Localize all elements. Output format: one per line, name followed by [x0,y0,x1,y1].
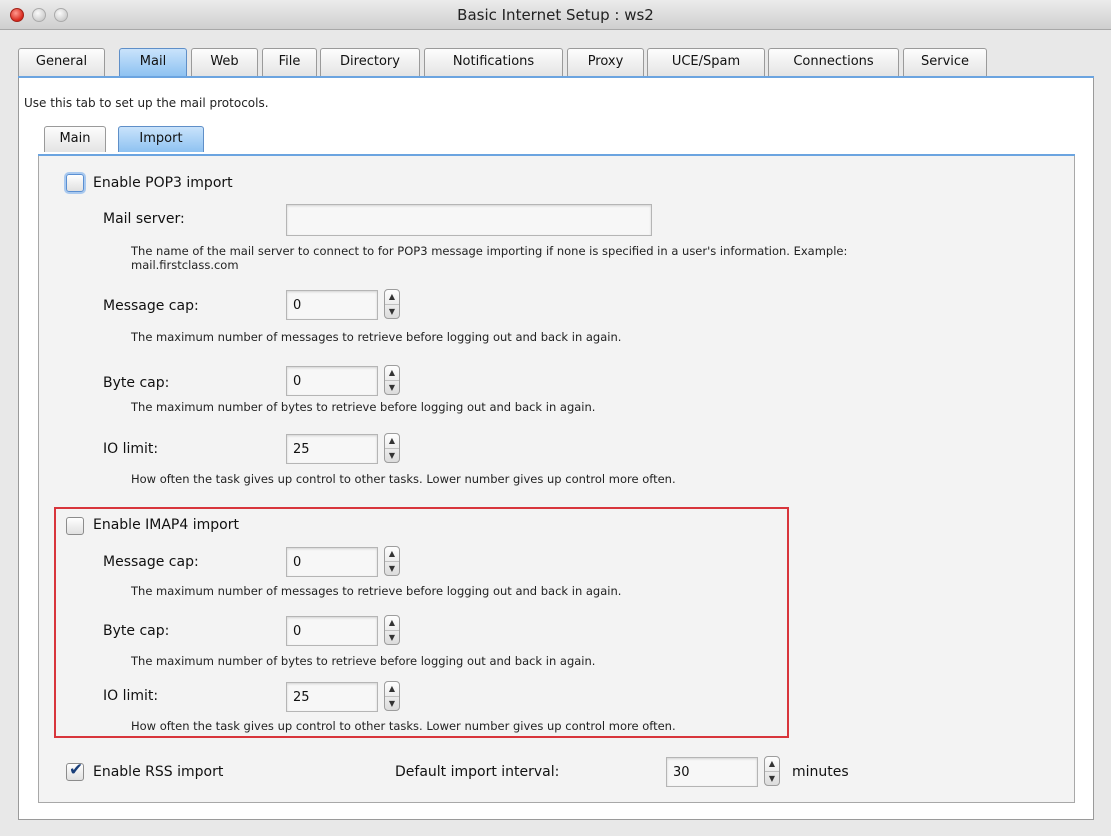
imap4-io-limit-input[interactable] [286,682,378,712]
pop3-mail-server-input[interactable] [286,204,652,236]
pop3-io-limit-label: IO limit: [103,441,159,457]
enable-pop3-checkbox[interactable] [66,174,84,192]
pop3-byte-cap-label: Byte cap: [103,375,170,391]
stepper-down-icon[interactable]: ▼ [385,630,399,644]
pop3-io-limit-stepper[interactable]: ▲ ▼ [384,433,400,463]
stepper-up-icon[interactable]: ▲ [385,290,399,304]
pop3-message-cap-input[interactable] [286,290,378,320]
stepper-down-icon[interactable]: ▼ [385,448,399,462]
enable-rss-label: Enable RSS import [93,764,224,780]
pop3-message-cap-help: The maximum number of messages to retrie… [131,330,622,344]
pop3-io-limit-help: How often the task gives up control to o… [131,472,676,486]
subtab-import[interactable]: Import [118,126,204,152]
tab-notifications[interactable]: Notifications [424,48,563,76]
tab-directory[interactable]: Directory [320,48,420,76]
stepper-down-icon[interactable]: ▼ [385,561,399,575]
pop3-byte-cap-stepper[interactable]: ▲ ▼ [384,365,400,395]
pop3-io-limit-input[interactable] [286,434,378,464]
tab-general[interactable]: General [18,48,105,76]
import-panel-accent [38,154,1075,156]
enable-imap4-label: Enable IMAP4 import [93,517,239,533]
window-title: Basic Internet Setup : ws2 [457,6,654,24]
enable-pop3-label: Enable POP3 import [93,175,233,191]
stepper-up-icon[interactable]: ▲ [385,616,399,630]
imap4-io-limit-stepper[interactable]: ▲ ▼ [384,681,400,711]
stepper-down-icon[interactable]: ▼ [385,696,399,710]
tab-uce-spam[interactable]: UCE/Spam [647,48,765,76]
intro-text: Use this tab to set up the mail protocol… [24,96,269,110]
enable-imap4-checkbox[interactable] [66,517,84,535]
stepper-up-icon[interactable]: ▲ [385,547,399,561]
pop3-message-cap-label: Message cap: [103,298,199,314]
tab-file[interactable]: File [262,48,317,76]
stepper-down-icon[interactable]: ▼ [765,771,779,785]
imap4-byte-cap-stepper[interactable]: ▲ ▼ [384,615,400,645]
pop3-byte-cap-input[interactable] [286,366,378,396]
tab-mail[interactable]: Mail [119,48,187,76]
imap4-message-cap-input[interactable] [286,547,378,577]
rss-interval-input[interactable] [666,757,758,787]
tab-connections[interactable]: Connections [768,48,899,76]
stepper-up-icon[interactable]: ▲ [385,682,399,696]
rss-interval-unit: minutes [792,764,849,780]
pop3-message-cap-stepper[interactable]: ▲ ▼ [384,289,400,319]
imap4-message-cap-stepper[interactable]: ▲ ▼ [384,546,400,576]
enable-rss-checkbox[interactable] [66,760,84,781]
title-bar: Basic Internet Setup : ws2 [0,0,1111,30]
imap4-io-limit-help: How often the task gives up control to o… [131,719,676,733]
imap4-message-cap-help: The maximum number of messages to retrie… [131,584,622,598]
rss-interval-label: Default import interval: [395,764,560,780]
tab-service[interactable]: Service [903,48,987,76]
pop3-mail-server-label: Mail server: [103,211,185,227]
pop3-mail-server-help: The name of the mail server to connect t… [131,244,848,258]
stepper-up-icon[interactable]: ▲ [765,757,779,771]
imap4-byte-cap-input[interactable] [286,616,378,646]
tab-panel-accent [18,76,1094,78]
stepper-up-icon[interactable]: ▲ [385,366,399,380]
pop3-byte-cap-help: The maximum number of bytes to retrieve … [131,400,596,414]
imap4-byte-cap-help: The maximum number of bytes to retrieve … [131,654,596,668]
subtab-main[interactable]: Main [44,126,106,152]
imap4-io-limit-label: IO limit: [103,688,159,704]
tab-proxy[interactable]: Proxy [567,48,644,76]
tab-web[interactable]: Web [191,48,258,76]
stepper-up-icon[interactable]: ▲ [385,434,399,448]
pop3-mail-server-help-example: mail.firstclass.com [131,258,239,272]
stepper-down-icon[interactable]: ▼ [385,304,399,318]
imap4-message-cap-label: Message cap: [103,554,199,570]
stepper-down-icon[interactable]: ▼ [385,380,399,394]
rss-interval-stepper[interactable]: ▲ ▼ [764,756,780,786]
imap4-byte-cap-label: Byte cap: [103,623,170,639]
